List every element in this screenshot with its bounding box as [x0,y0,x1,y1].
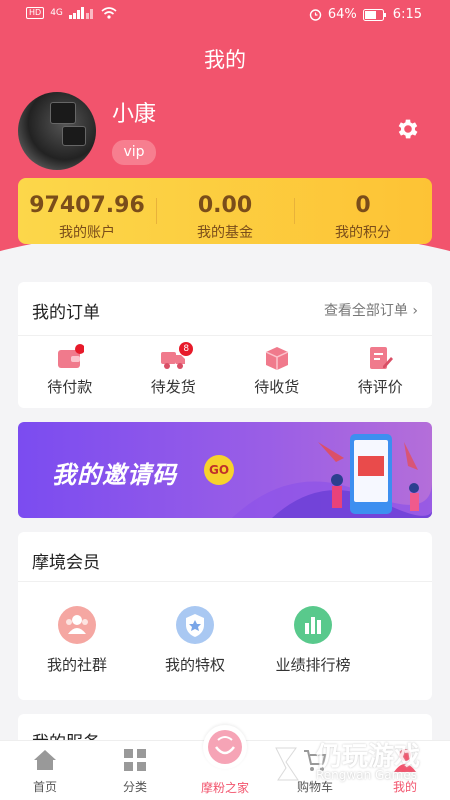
stat-account[interactable]: 97407.96 我的账户 [18,178,156,244]
community-icon [58,606,96,644]
tab-label: 分类 [122,780,147,794]
order-label: 待付款 [47,378,93,396]
order-label: 待评价 [357,378,403,396]
ranking-chart-icon [294,606,332,644]
tab-label: 摩粉之家 [200,781,249,795]
stat-label: 我的账户 [59,225,115,241]
member-label: 我的社群 [46,656,107,674]
grid-icon [124,749,146,771]
username: 小康 [112,102,157,127]
member-header: 摩境会员 [18,532,432,582]
battery-percent: 64% [327,7,357,22]
avatar-key-shape [50,102,76,124]
view-all-orders-link[interactable]: 查看全部订单 › [324,300,418,320]
tab-label: 购物车 [296,780,333,794]
tab-label: 首页 [32,780,57,794]
tab-fans-home[interactable]: 摩粉之家 [180,725,270,800]
avatar-key-shape [62,126,86,146]
page-title: 我的 [204,48,246,72]
battery-icon [362,8,386,21]
go-button[interactable]: GO [204,455,234,485]
banner-title: 我的邀请码 [52,461,177,489]
fans-home-icon [208,730,242,764]
avatar[interactable] [18,92,96,170]
order-to-review[interactable]: 待评价 [329,336,433,408]
tab-mine[interactable]: 我的 [360,741,450,800]
order-label: 待收货 [254,378,300,396]
orders-card: 我的订单 查看全部订单 › 待付款 8 待发货 待收货 待评价 [18,282,432,408]
signal-icon: 4G [50,8,63,18]
tab-home[interactable]: 首页 [0,741,90,800]
stat-value: 0.00 [197,193,253,218]
gear-icon[interactable] [395,116,421,142]
order-to-ship[interactable]: 8 待发货 [122,336,226,408]
clock: 6:15 [392,7,422,22]
account-stats: 97407.96 我的账户 0.00 我的基金 0 我的积分 [18,178,432,244]
member-label: 业绩排行榜 [275,656,351,674]
order-pending-payment[interactable]: 待付款 [18,336,122,408]
review-edit-icon [370,347,394,369]
signal-bars-icon [68,7,93,19]
status-bar: HD 4G 64% 6:15 [0,6,450,26]
alarm-icon [309,9,322,21]
privilege-shield-icon [176,606,214,644]
home-icon [34,750,56,770]
tab-category[interactable]: 分类 [90,741,180,800]
member-ranking[interactable]: 业绩排行榜 [254,606,372,675]
stat-fund[interactable]: 0.00 我的基金 [156,178,294,244]
tab-label: 我的 [392,780,417,794]
invite-code-banner[interactable]: 我的邀请码 GO [18,422,432,518]
bottom-tab-bar: 首页 分类 摩粉之家 购物车 我的 [0,725,450,800]
member-privilege[interactable]: 我的特权 [136,606,254,675]
wallet-icon [57,344,84,368]
chevron-right-icon: › [412,303,418,319]
banner-illustration [232,434,432,518]
stat-points[interactable]: 0 我的积分 [294,178,432,244]
member-card: 摩境会员 我的社群 我的特权 业绩排行榜 [18,532,432,700]
orders-title: 我的订单 [32,303,100,323]
member-label: 我的特权 [164,656,225,674]
order-to-receive[interactable]: 待收货 [225,336,329,408]
stat-value: 97407.96 [29,193,145,218]
member-title: 摩境会员 [32,553,100,573]
hd-indicator: HD [26,7,45,19]
person-icon [394,749,416,772]
box-icon [265,347,289,370]
cart-icon [304,750,327,771]
order-label: 待发货 [150,378,196,396]
view-all-label: 查看全部订单 [323,303,408,319]
stat-label: 我的积分 [335,225,391,241]
tab-cart[interactable]: 购物车 [270,741,360,800]
stat-label: 我的基金 [197,225,253,241]
center-tab-bubble [203,725,247,769]
wifi-icon [101,7,117,19]
member-community[interactable]: 我的社群 [18,606,136,675]
stat-value: 0 [355,193,371,218]
vip-badge: vip [112,140,156,165]
ship-count-badge: 8 [179,342,194,356]
truck-icon-wrap: 8 [159,342,194,372]
orders-header: 我的订单 查看全部订单 › [18,282,432,336]
